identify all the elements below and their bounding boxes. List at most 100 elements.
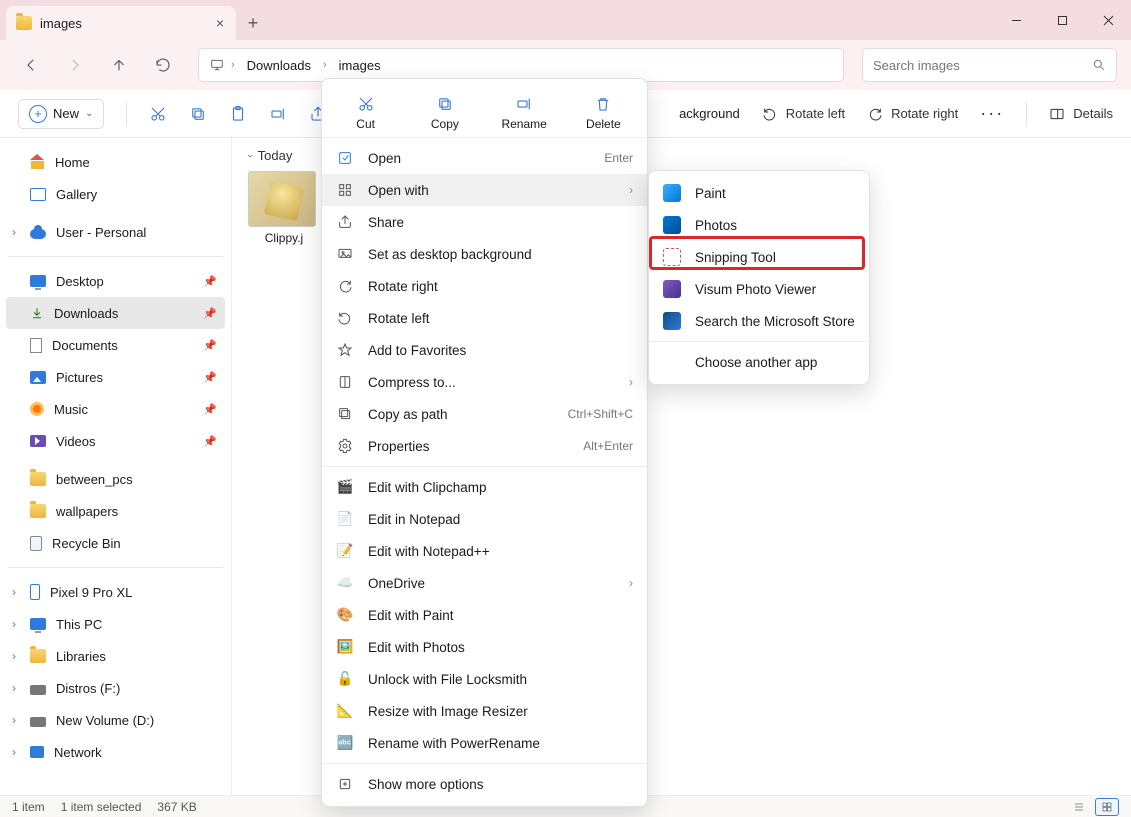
sidebar-user[interactable]: User - Personal	[6, 216, 225, 248]
sidebar-home[interactable]: Home	[6, 146, 225, 178]
submenu-photos[interactable]: Photos	[649, 209, 869, 241]
submenu-choose-another[interactable]: Choose another app	[649, 346, 869, 378]
submenu-visum[interactable]: Visum Photo Viewer	[649, 273, 869, 305]
copy-icon[interactable]	[189, 105, 207, 123]
search-box[interactable]	[862, 48, 1117, 82]
search-input[interactable]	[873, 58, 1092, 73]
store-icon	[663, 312, 681, 330]
rotate-left-button[interactable]: Rotate left	[762, 106, 845, 122]
ctx-share[interactable]: Share	[322, 206, 647, 238]
sidebar-folder[interactable]: between_pcs	[6, 463, 225, 495]
new-tab-button[interactable]: +	[236, 6, 270, 40]
close-button[interactable]	[1085, 0, 1131, 40]
sidebar-device[interactable]: Pixel 9 Pro XL	[6, 576, 225, 608]
sidebar-music[interactable]: Music📌	[6, 393, 225, 425]
ctx-copy-path[interactable]: Copy as pathCtrl+Shift+C	[322, 398, 647, 430]
minimize-button[interactable]	[993, 0, 1039, 40]
folder-icon	[16, 16, 32, 30]
submenu-snipping-tool[interactable]: Snipping Tool	[649, 241, 869, 273]
up-button[interactable]	[102, 48, 136, 82]
breadcrumb-item[interactable]: Downloads	[241, 58, 317, 73]
ctx-favorites[interactable]: Add to Favorites	[322, 334, 647, 366]
back-button[interactable]	[14, 48, 48, 82]
ctx-open-with[interactable]: Open with›	[322, 174, 647, 206]
sidebar-gallery[interactable]: Gallery	[6, 178, 225, 210]
file-thumbnail[interactable]: Clippy.j	[248, 171, 320, 245]
set-background-label-fragment[interactable]: ackground	[679, 106, 740, 121]
ctx-properties[interactable]: PropertiesAlt+Enter	[322, 430, 647, 462]
cut-icon[interactable]	[149, 105, 167, 123]
ctx-paint[interactable]: 🎨Edit with Paint	[322, 599, 647, 631]
refresh-button[interactable]	[146, 48, 180, 82]
sidebar-drive[interactable]: Distros (F:)	[6, 672, 225, 704]
context-top-row: Cut Copy Rename Delete	[322, 85, 647, 138]
sidebar-desktop[interactable]: Desktop📌	[6, 265, 225, 297]
ctx-cut[interactable]: Cut	[336, 91, 396, 135]
photos-app-icon	[663, 216, 681, 234]
sidebar-downloads[interactable]: Downloads📌	[6, 297, 225, 329]
ctx-open[interactable]: OpenEnter	[322, 142, 647, 174]
ctx-copy[interactable]: Copy	[415, 91, 475, 135]
ctx-photos[interactable]: 🖼️Edit with Photos	[322, 631, 647, 663]
chevron-right-icon: ›	[629, 183, 633, 197]
sidebar-recycle[interactable]: Recycle Bin	[6, 527, 225, 559]
download-icon	[30, 306, 44, 320]
separator	[322, 466, 647, 467]
forward-button[interactable]	[58, 48, 92, 82]
lock-icon: 🔓	[336, 670, 354, 688]
ctx-notepad[interactable]: 📄Edit in Notepad	[322, 503, 647, 535]
ctx-delete[interactable]: Delete	[573, 91, 633, 135]
compress-icon	[336, 373, 354, 391]
submenu-ms-store[interactable]: Search the Microsoft Store	[649, 305, 869, 337]
sidebar-videos[interactable]: Videos📌	[6, 425, 225, 457]
maximize-button[interactable]	[1039, 0, 1085, 40]
sidebar-drive[interactable]: New Volume (D:)	[6, 704, 225, 736]
sidebar-libraries[interactable]: Libraries	[6, 640, 225, 672]
ctx-more-options[interactable]: Show more options	[322, 768, 647, 800]
search-icon	[1092, 58, 1106, 72]
sidebar: Home Gallery User - Personal Desktop📌 Do…	[0, 138, 232, 795]
ctx-compress[interactable]: Compress to...›	[322, 366, 647, 398]
rename-icon[interactable]	[269, 105, 287, 123]
separator	[322, 763, 647, 764]
sidebar-folder[interactable]: wallpapers	[6, 495, 225, 527]
plus-icon: +	[29, 105, 47, 123]
ctx-resizer[interactable]: 📐Resize with Image Resizer	[322, 695, 647, 727]
chevron-right-icon: ›	[629, 576, 633, 590]
ctx-clipchamp[interactable]: 🎬Edit with Clipchamp	[322, 471, 647, 503]
new-button[interactable]: + New ⌄	[18, 99, 104, 129]
ctx-notepadpp[interactable]: 📝Edit with Notepad++	[322, 535, 647, 567]
pin-icon: 📌	[203, 435, 217, 448]
view-switcher	[1067, 798, 1119, 816]
ctx-onedrive[interactable]: ☁️OneDrive›	[322, 567, 647, 599]
drive-icon	[30, 685, 46, 695]
sidebar-documents[interactable]: Documents📌	[6, 329, 225, 361]
more-button[interactable]: ···	[980, 103, 1004, 124]
status-item-count: 1 item	[12, 800, 45, 814]
sidebar-pictures[interactable]: Pictures📌	[6, 361, 225, 393]
tab-close-button[interactable]: ×	[216, 15, 224, 31]
rotate-right-button[interactable]: Rotate right	[867, 106, 958, 122]
ctx-rotate-right[interactable]: Rotate right	[322, 270, 647, 302]
ctx-powerrename[interactable]: 🔤Rename with PowerRename	[322, 727, 647, 759]
breadcrumb-item[interactable]: images	[333, 58, 387, 73]
paste-icon[interactable]	[229, 105, 247, 123]
ctx-rotate-left[interactable]: Rotate left	[322, 302, 647, 334]
details-button[interactable]: Details	[1049, 106, 1113, 122]
address-bar[interactable]: › Downloads › images	[198, 48, 844, 82]
ctx-locksmith[interactable]: 🔓Unlock with File Locksmith	[322, 663, 647, 695]
ctx-rename[interactable]: Rename	[494, 91, 554, 135]
resize-icon: 📐	[336, 702, 354, 720]
active-tab[interactable]: images ×	[6, 6, 236, 40]
sidebar-thispc[interactable]: This PC	[6, 608, 225, 640]
separator	[649, 341, 869, 342]
music-icon	[30, 402, 44, 416]
submenu-paint[interactable]: Paint	[649, 177, 869, 209]
rotate-right-icon	[336, 277, 354, 295]
share-icon	[336, 213, 354, 231]
thumbnails-view-button[interactable]	[1095, 798, 1119, 816]
details-view-button[interactable]	[1067, 798, 1091, 816]
sidebar-network[interactable]: Network	[6, 736, 225, 768]
ctx-set-background[interactable]: Set as desktop background	[322, 238, 647, 270]
cloud-icon	[30, 229, 46, 239]
